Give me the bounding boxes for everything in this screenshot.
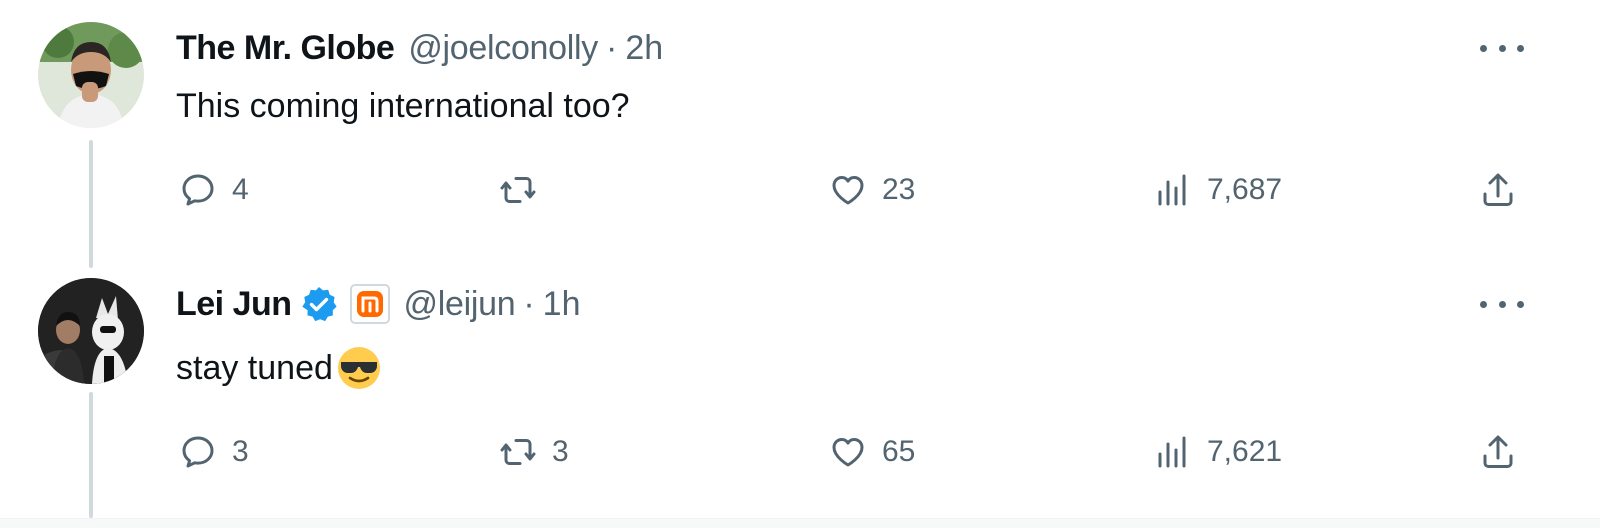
person-with-robot-avatar-icon [38,278,144,384]
like-button[interactable]: 23 [826,168,915,212]
heart-icon [826,168,870,212]
share-button[interactable] [1476,168,1520,212]
separator-dot: · [523,285,535,323]
display-name[interactable]: Lei Jun [176,284,292,324]
more-options-icon[interactable] [1480,38,1524,58]
more-options-icon[interactable] [1480,294,1524,314]
thread-connector-line [89,392,93,518]
views-chart-icon [1151,430,1195,474]
like-count: 23 [882,173,916,206]
retweet-button[interactable] [496,168,552,212]
like-button[interactable]: 65 [826,430,915,474]
tweet-actions: 4 23 7,687 [176,168,1536,212]
retweet-button[interactable]: 3 [496,430,569,474]
reply-count: 3 [232,435,249,468]
verified-badge-icon[interactable] [300,285,338,323]
tweet-text-content: This coming international too? [176,87,630,125]
reply-icon [176,168,220,212]
reply-thread: The Mr. Globe @joelconolly · 2h This com… [0,0,1600,528]
tweet-text-content: stay tuned [176,349,333,387]
like-count: 65 [882,435,916,468]
reply-icon [176,430,220,474]
person-with-mask-avatar-icon [38,22,144,128]
avatar[interactable] [38,22,144,128]
timestamp[interactable]: 1h [543,284,581,324]
share-icon [1476,430,1520,474]
view-count: 7,687 [1207,173,1283,206]
retweet-icon [496,168,540,212]
heart-icon [826,430,870,474]
tweet-leijun[interactable]: Lei Jun @leijun · 1h stay tuned 3 3 65 7… [0,268,1600,518]
retweet-icon [496,430,540,474]
timeline-footer-divider [0,518,1600,528]
thread-connector-line [89,140,93,268]
views-button[interactable]: 7,621 [1151,430,1282,474]
retweet-count: 3 [552,435,569,468]
user-handle[interactable]: @joelconolly [408,28,598,68]
share-icon [1476,168,1520,212]
tweet-text: This coming international too? [176,84,630,128]
share-button[interactable] [1476,430,1520,474]
tweet-actions: 3 3 65 7,621 [176,430,1536,474]
reply-button[interactable]: 3 [176,430,249,474]
separator-dot: · [606,29,618,67]
avatar[interactable] [38,278,144,384]
tweet-header: The Mr. Globe @joelconolly · 2h [176,28,663,68]
views-chart-icon [1151,168,1195,212]
view-count: 7,621 [1207,435,1283,468]
smiling-face-with-sunglasses-emoji-icon [335,344,383,392]
tweet-header: Lei Jun @leijun · 1h [176,284,581,324]
views-button[interactable]: 7,687 [1151,168,1282,212]
display-name[interactable]: The Mr. Globe [176,28,395,68]
reply-count: 4 [232,173,249,206]
tweet-joelconolly[interactable]: The Mr. Globe @joelconolly · 2h This com… [0,0,1600,268]
timestamp[interactable]: 2h [625,28,663,68]
reply-button[interactable]: 4 [176,168,249,212]
tweet-text: stay tuned [176,344,383,392]
xiaomi-logo-icon[interactable] [349,284,390,324]
user-handle[interactable]: @leijun [404,284,516,324]
